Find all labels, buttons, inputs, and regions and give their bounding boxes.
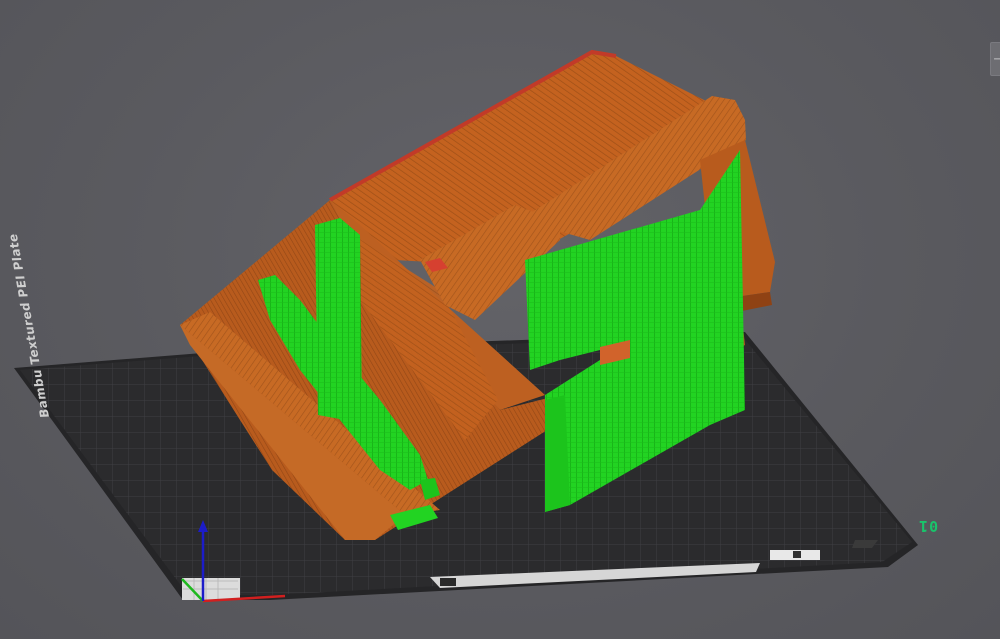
plate-lock-icon[interactable] [440, 578, 456, 586]
collapse-panel-button[interactable]: − [990, 42, 1000, 76]
scene-canvas[interactable] [0, 0, 1000, 639]
plate-number-label[interactable]: 01 [918, 517, 938, 535]
3d-viewport[interactable]: − 01 Bambu Textured PEI Plate [0, 0, 1000, 639]
